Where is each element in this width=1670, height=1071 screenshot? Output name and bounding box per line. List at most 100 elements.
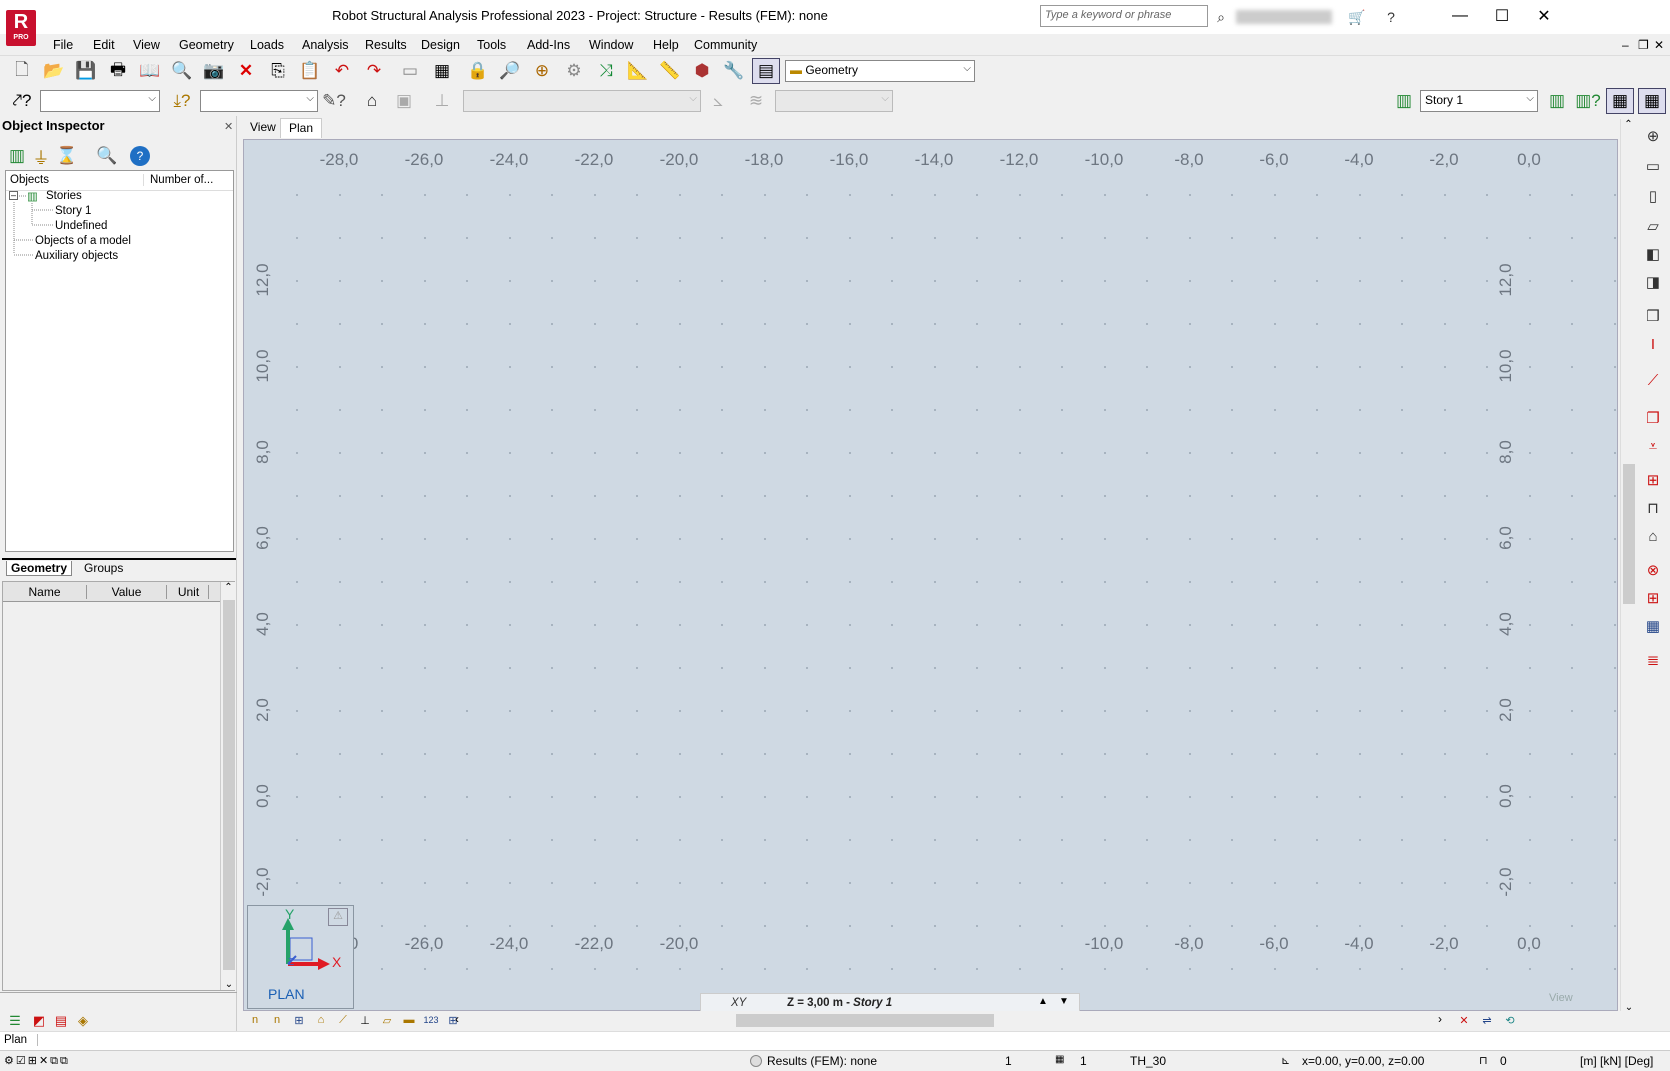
calculator-icon[interactable]: ▦ xyxy=(428,58,456,84)
section-icon[interactable]: I xyxy=(1642,333,1664,355)
close-icon[interactable]: ✕ xyxy=(224,120,233,133)
table-icon[interactable]: ▦ xyxy=(1642,615,1664,637)
node-query-icon[interactable]: ⤤? xyxy=(8,88,36,114)
wall-opening-icon[interactable]: ◨ xyxy=(1642,271,1664,293)
zoom-icon[interactable]: 🔎 xyxy=(496,58,524,84)
inspector-tool-2-icon[interactable]: ◩ xyxy=(28,1010,50,1032)
scroll-down-icon[interactable]: ⌄ xyxy=(221,979,237,990)
mode-shape-icon[interactable]: ≋ xyxy=(742,88,770,114)
scroll-thumb[interactable] xyxy=(1623,464,1635,604)
stories-query-icon[interactable]: ▥? xyxy=(1574,88,1602,114)
lock-icon[interactable]: 🔒 xyxy=(464,58,492,84)
layers-icon[interactable]: ≣ xyxy=(1642,649,1664,671)
gear-icon[interactable]: ⚙ xyxy=(560,58,588,84)
grid-3d-icon[interactable]: ⊞ xyxy=(1642,587,1664,609)
story-table-icon[interactable]: ▦ xyxy=(1606,88,1634,114)
menu-loads[interactable]: Loads xyxy=(248,34,286,56)
properties-scrollbar[interactable]: ⌃ ⌄ xyxy=(220,582,236,990)
status-tools-icon[interactable]: ⚙☑⊞✕⧉⧉ xyxy=(4,1054,70,1068)
scroll-thumb[interactable] xyxy=(223,600,235,970)
horizontal-scroll-thumb[interactable] xyxy=(736,1014,994,1027)
loads-icon[interactable]: ▬ xyxy=(399,1011,419,1029)
supports-icon[interactable]: ⌂ xyxy=(311,1011,331,1029)
mdi-minimize-button[interactable]: – xyxy=(1620,34,1631,56)
panels-icon[interactable]: ▱ xyxy=(377,1011,397,1029)
layouts-icon[interactable]: ▤ xyxy=(752,58,780,84)
ruler-icon[interactable]: 📏 xyxy=(656,58,684,84)
copy-icon[interactable]: ⎘ xyxy=(264,58,292,84)
column-name[interactable]: Name xyxy=(3,585,87,599)
status-field-1[interactable]: 1 xyxy=(1005,1054,1012,1068)
display-settings-icon[interactable]: ⊞ xyxy=(443,1011,463,1029)
menu-add-ins[interactable]: Add-Ins xyxy=(525,34,572,56)
plan-view-canvas[interactable]: -28,0 -26,0 -24,0 -22,0 -20,0 -18,0 -16,0 -14,0… xyxy=(243,139,1618,1011)
delete-icon[interactable]: ✕ xyxy=(232,58,260,84)
inspector-tool-4-icon[interactable]: ◈ xyxy=(72,1010,94,1032)
level-down-icon[interactable]: ▼ xyxy=(1059,996,1069,1007)
column-objects[interactable]: Objects xyxy=(10,174,49,186)
menu-results[interactable]: Results xyxy=(363,34,409,56)
story-combo[interactable]: Story 1 ⌵ xyxy=(1420,90,1538,112)
search-input[interactable]: Type a keyword or phrase xyxy=(1040,5,1208,27)
wrench-icon[interactable]: 🔧 xyxy=(720,58,748,84)
menu-analysis[interactable]: Analysis xyxy=(300,34,351,56)
save-icon[interactable]: 💾 xyxy=(72,58,100,84)
story-icon[interactable]: ▥ xyxy=(1390,88,1418,114)
tab-plan[interactable]: Plan xyxy=(280,118,323,138)
materials-icon[interactable]: ❐ xyxy=(1642,407,1664,429)
support-icon[interactable]: ⟋ xyxy=(1642,369,1664,391)
view-tool-1-icon[interactable]: ✕ xyxy=(1453,1011,1475,1029)
wall-icon[interactable]: ◧ xyxy=(1642,243,1664,265)
tab-geometry[interactable]: Geometry xyxy=(6,561,73,576)
foundation-icon[interactable]: ⩡ xyxy=(1642,435,1664,457)
menu-edit[interactable]: Edit xyxy=(91,34,117,56)
help-icon[interactable]: ? xyxy=(1380,6,1402,28)
bar-combo[interactable]: ⌵ xyxy=(200,90,318,112)
menu-geometry[interactable]: Geometry xyxy=(177,34,236,56)
column-number[interactable]: Number of... xyxy=(143,174,213,186)
print-composition-icon[interactable]: 📖 xyxy=(136,58,164,84)
tree-item-auxiliary-objects[interactable]: Auxiliary objects xyxy=(35,250,118,262)
column-value[interactable]: Value xyxy=(87,585,167,599)
menu-file[interactable]: File xyxy=(51,34,75,56)
menu-window[interactable]: Window xyxy=(587,34,635,56)
search-icon[interactable]: 🔍 xyxy=(96,143,118,169)
node-numbers-icon[interactable]: n xyxy=(245,1011,265,1029)
layout-tab-plan[interactable]: Plan xyxy=(4,1034,39,1046)
local-axes-icon[interactable]: ⊥ xyxy=(355,1011,375,1029)
view-tool-2-icon[interactable]: ⇌ xyxy=(1476,1011,1498,1029)
tab-groups[interactable]: Groups xyxy=(80,561,127,575)
truss-icon[interactable]: ⊞ xyxy=(1642,469,1664,491)
scroll-up-icon[interactable]: ⌃ xyxy=(1621,119,1636,130)
app-logo[interactable]: R PRO xyxy=(6,10,36,46)
clear-filter-icon[interactable]: ⌛ xyxy=(56,143,78,169)
snap-value[interactable]: 0 xyxy=(1500,1054,1507,1068)
node-combo[interactable]: ⌵ xyxy=(40,90,160,112)
snap-icon[interactable]: ⊓ xyxy=(1479,1054,1488,1067)
scroll-left-icon[interactable]: ‹ xyxy=(455,1012,459,1026)
print-icon[interactable]: 🖶 xyxy=(104,58,132,84)
numbering-icon[interactable]: 123 xyxy=(421,1011,441,1029)
print-preview-icon[interactable]: 🔍 xyxy=(168,58,196,84)
warning-icon[interactable]: ⚠ xyxy=(328,908,348,926)
menu-tools[interactable]: Tools xyxy=(475,34,508,56)
scroll-right-icon[interactable]: › xyxy=(1438,1012,1442,1026)
beam-icon[interactable]: ▭ xyxy=(1642,155,1664,177)
tab-view[interactable]: View xyxy=(242,118,284,138)
menu-help[interactable]: Help xyxy=(651,34,681,56)
measure-icon[interactable]: 📐 xyxy=(624,58,652,84)
stories-filter-icon[interactable]: ▥ xyxy=(6,143,28,169)
tree-item-model-objects[interactable]: Objects of a model xyxy=(35,235,131,247)
mode-combo[interactable]: ⌵ xyxy=(775,90,893,112)
section-status[interactable]: TH_30 xyxy=(1130,1054,1166,1068)
case-query-icon[interactable]: ✎? xyxy=(320,88,348,114)
solid-icon[interactable]: ❒ xyxy=(1642,305,1664,327)
column-unit[interactable]: Unit xyxy=(169,585,209,599)
account-name[interactable] xyxy=(1236,10,1332,24)
inspector-tool-3-icon[interactable]: ▤ xyxy=(50,1010,72,1032)
minimize-button[interactable]: — xyxy=(1437,0,1483,32)
story-list-icon[interactable]: ▦ xyxy=(1638,88,1666,114)
maximize-button[interactable]: ☐ xyxy=(1479,0,1525,32)
mode-angle-icon[interactable]: ⦣ xyxy=(704,88,732,114)
scroll-up-icon[interactable]: ⌃ xyxy=(221,582,236,593)
